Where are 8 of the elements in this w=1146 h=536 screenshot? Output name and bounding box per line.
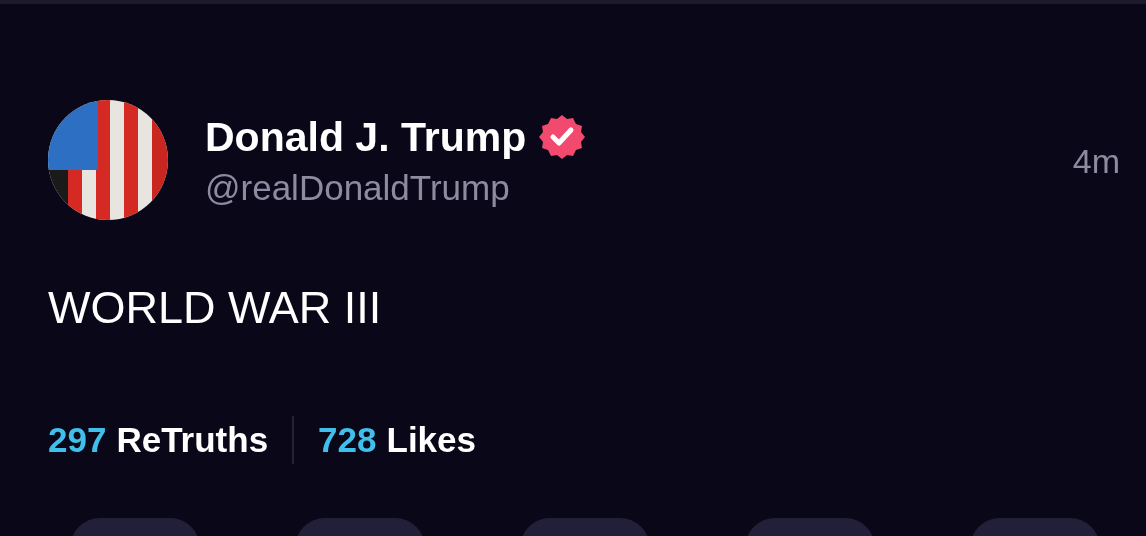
author-name: Donald J. Trump bbox=[205, 113, 527, 162]
post-time: 4m bbox=[1072, 142, 1120, 181]
stat-label[interactable]: Likes bbox=[386, 420, 476, 460]
stat-count[interactable]: 728 bbox=[318, 420, 377, 460]
stat-count[interactable]: 297 bbox=[48, 420, 107, 460]
post-text: WORLD WAR III bbox=[47, 281, 383, 335]
author-handle[interactable]: @realDonaldTrump bbox=[205, 168, 1073, 208]
stat-label[interactable]: ReTruths bbox=[116, 420, 269, 460]
